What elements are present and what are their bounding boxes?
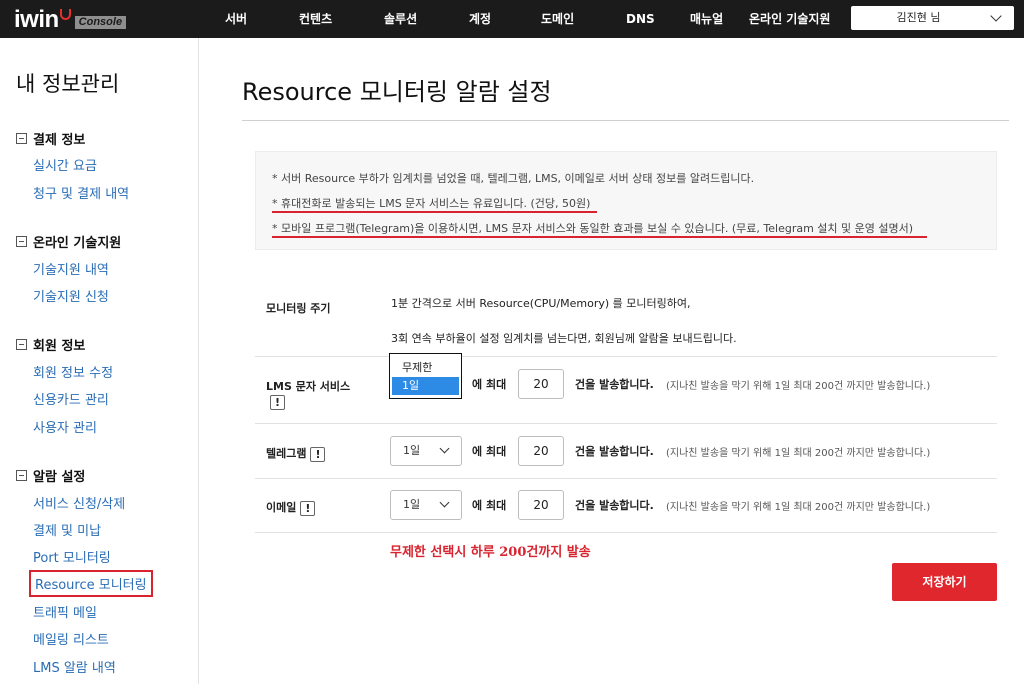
- monitor-cycle-text-2: 3회 연속 부하율이 설정 임계치를 넘는다면, 회원님께 알람을 보내드립니다…: [391, 332, 737, 345]
- info-icon[interactable]: !: [310, 446, 326, 462]
- sidebar-group-alarm[interactable]: 알람 설정: [16, 466, 85, 485]
- unit-label: 건을 발송합니다.: [575, 445, 654, 458]
- telegram-period-select[interactable]: 1일: [390, 436, 462, 466]
- user-name: 김진현 님: [896, 11, 941, 24]
- sidebar-item-mailing-list[interactable]: 메일링 리스트: [33, 629, 109, 648]
- nav-item-server[interactable]: 서버: [225, 0, 247, 38]
- sidebar-group-member[interactable]: 회원 정보: [16, 335, 85, 354]
- sidebar-item-realtime-fee[interactable]: 실시간 요금: [33, 155, 97, 174]
- sidebar-item-edit-member[interactable]: 회원 정보 수정: [33, 362, 113, 381]
- notice-line: * 모바일 프로그램(Telegram)을 이용하시면, LMS 문자 서비스와…: [272, 222, 914, 235]
- select-value: 1일: [403, 444, 421, 457]
- dropdown-option-unlimited[interactable]: 무제한: [390, 359, 461, 377]
- email-label-text: 이메일: [266, 501, 297, 514]
- row-divider: [255, 356, 997, 357]
- save-button[interactable]: 저장하기: [892, 563, 997, 601]
- sidebar-group-label: 알람 설정: [33, 470, 86, 485]
- sidebar-group-label: 회원 정보: [33, 339, 86, 354]
- nav-item-contents[interactable]: 컨텐츠: [299, 0, 332, 38]
- collapse-icon: [16, 470, 27, 481]
- page-title: Resource 모니터링 알람 설정: [242, 78, 552, 106]
- sidebar-item-payment-unpaid[interactable]: 결제 및 미납: [33, 520, 101, 539]
- limit-hint: (지나친 발송을 막기 위해 1일 최대 200건 까지만 발송합니다.): [666, 448, 931, 459]
- nav-item-manual[interactable]: 매뉴얼: [690, 0, 723, 38]
- red-underline: [272, 211, 597, 213]
- collapse-icon: [16, 133, 27, 144]
- sidebar-item-credit-card[interactable]: 신용카드 관리: [33, 389, 109, 408]
- chevron-down-icon: [439, 497, 450, 508]
- info-icon[interactable]: !: [270, 395, 285, 410]
- unit-label: 건을 발송합니다.: [575, 499, 654, 512]
- sidebar-group-label: 결제 정보: [33, 133, 86, 148]
- sidebar-item-support-request[interactable]: 기술지원 신청: [33, 286, 109, 305]
- unit-label: 건을 발송합니다.: [575, 378, 654, 391]
- nav-item-account[interactable]: 계정: [469, 0, 491, 38]
- nav-item-online-support[interactable]: 온라인 기술지원: [749, 0, 830, 38]
- monitor-cycle-text-1: 1분 간격으로 서버 Resource(CPU/Memory) 를 모니터링하여…: [391, 297, 691, 310]
- sidebar-group-support[interactable]: 온라인 기술지원: [16, 232, 121, 251]
- title-divider: [242, 120, 1009, 121]
- logo-smile-icon: [59, 9, 71, 20]
- nav-item-domain[interactable]: 도메인: [541, 0, 574, 38]
- notice-line: * 휴대전화로 발송되는 LMS 문자 서비스는 유료입니다. (건당, 50원…: [272, 197, 591, 210]
- top-bar: iwin Console 서버 컨텐츠 솔루션 계정 도메인 DNS 매뉴얼 온…: [0, 0, 1024, 38]
- lms-period-dropdown[interactable]: 무제한 1일: [389, 353, 462, 399]
- sidebar-item-support-history[interactable]: 기술지원 내역: [33, 259, 109, 278]
- sidebar-item-billing-history[interactable]: 청구 및 결제 내역: [33, 183, 129, 202]
- email-period-select[interactable]: 1일: [390, 490, 462, 520]
- sidebar-group-label: 온라인 기술지원: [33, 236, 122, 251]
- chevron-down-icon: [439, 443, 450, 454]
- chevron-down-icon: [990, 10, 1002, 22]
- collapse-icon: [16, 236, 27, 247]
- email-count-input[interactable]: 20: [518, 490, 564, 520]
- email-label: 이메일!: [266, 499, 316, 516]
- logo-badge: Console: [74, 16, 127, 29]
- notice-box: * 서버 Resource 부하가 임계치를 넘었을 때, 텔레그램, LMS,…: [255, 151, 997, 250]
- telegram-label-text: 텔레그램: [266, 447, 307, 460]
- select-value: 1일: [403, 498, 421, 511]
- sidebar: 내 정보관리 결제 정보 실시간 요금 청구 및 결제 내역 온라인 기술지원 …: [0, 38, 199, 684]
- max-label: 에 최대: [472, 445, 507, 458]
- telegram-label: 텔레그램!: [266, 445, 326, 462]
- nav-item-dns[interactable]: DNS: [626, 0, 655, 38]
- sidebar-item-traffic-mail[interactable]: 트래픽 메일: [33, 602, 97, 621]
- lms-service-label: LMS 문자 서비스: [266, 380, 351, 393]
- lms-count-input[interactable]: 20: [518, 369, 564, 399]
- sidebar-item-user-management[interactable]: 사용자 관리: [33, 417, 97, 436]
- sidebar-title: 내 정보관리: [16, 72, 120, 96]
- sidebar-item-lms-alarm-history[interactable]: LMS 알람 내역: [33, 657, 116, 676]
- unlimited-note: 무제한 선택시 하루 200건까지 발송: [390, 545, 591, 560]
- row-divider: [255, 423, 997, 424]
- row-divider: [255, 532, 997, 533]
- user-menu-select[interactable]: 김진현 님: [851, 6, 1014, 30]
- telegram-count-input[interactable]: 20: [518, 436, 564, 466]
- red-underline: [272, 236, 927, 238]
- max-label: 에 최대: [472, 378, 507, 391]
- info-icon[interactable]: !: [300, 500, 316, 516]
- nav-item-solution[interactable]: 솔루션: [384, 0, 417, 38]
- limit-hint: (지나친 발송을 막기 위해 1일 최대 200건 까지만 발송합니다.): [666, 381, 931, 392]
- row-divider: [255, 478, 997, 479]
- sidebar-group-billing[interactable]: 결제 정보: [16, 129, 85, 148]
- logo-text: iwin: [14, 6, 59, 33]
- max-label: 에 최대: [472, 499, 507, 512]
- logo[interactable]: iwin Console: [14, 6, 127, 33]
- sidebar-item-service-request[interactable]: 서비스 신청/삭제: [33, 493, 125, 512]
- sidebar-item-resource-monitoring[interactable]: Resource 모니터링: [29, 570, 153, 597]
- dropdown-option-1day[interactable]: 1일: [392, 377, 459, 395]
- notice-line: * 서버 Resource 부하가 임계치를 넘었을 때, 텔레그램, LMS,…: [272, 172, 755, 185]
- collapse-icon: [16, 339, 27, 350]
- monitor-cycle-label: 모니터링 주기: [266, 302, 331, 315]
- limit-hint: (지나친 발송을 막기 위해 1일 최대 200건 까지만 발송합니다.): [666, 502, 931, 513]
- sidebar-item-port-monitoring[interactable]: Port 모니터링: [33, 547, 111, 566]
